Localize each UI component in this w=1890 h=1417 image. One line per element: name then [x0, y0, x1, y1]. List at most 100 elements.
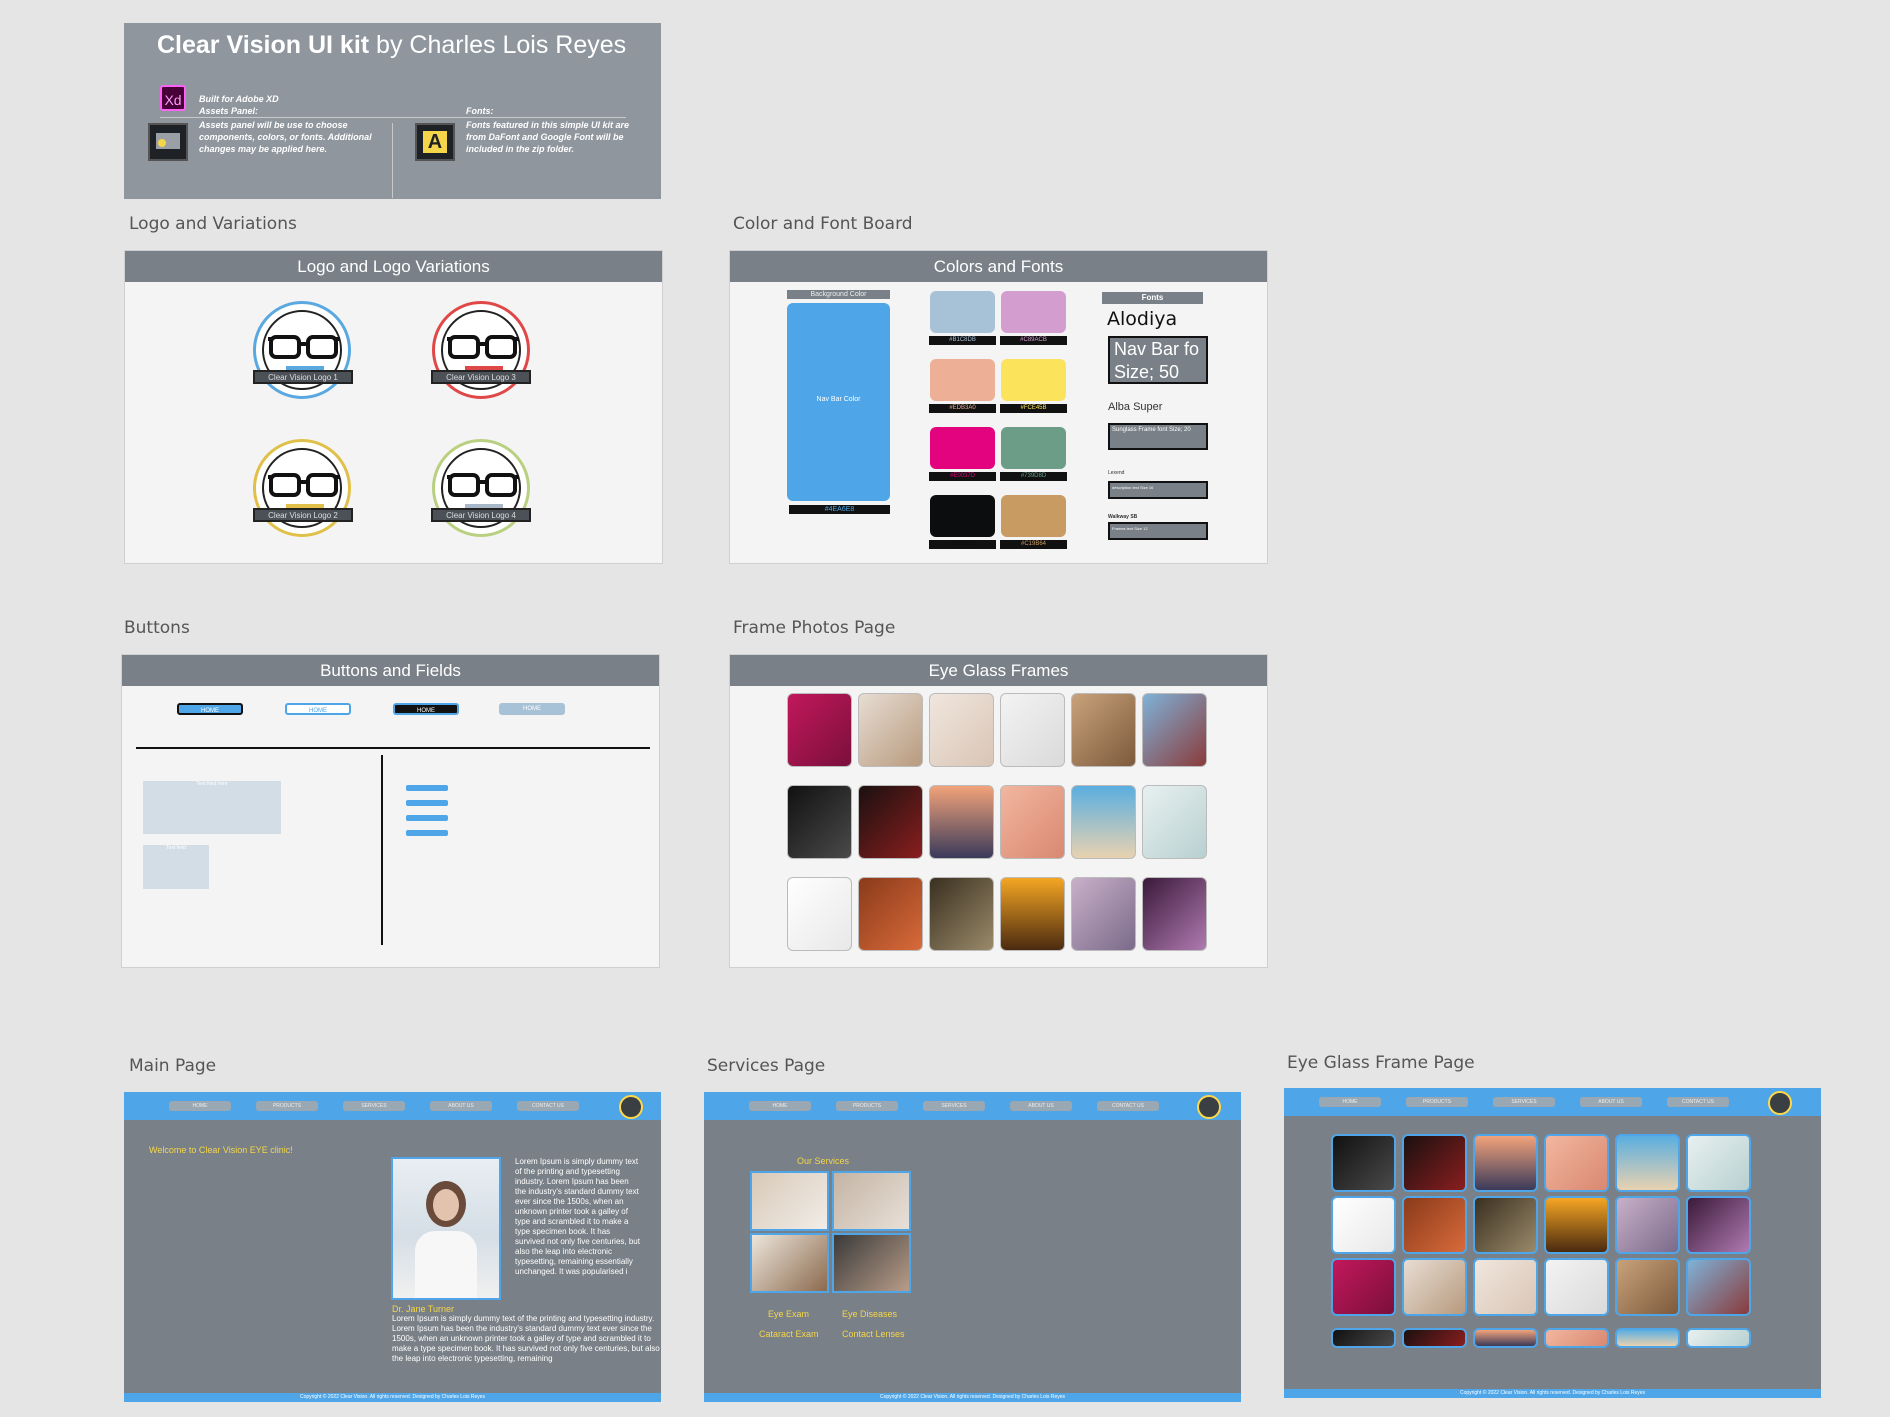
frame-photo[interactable]	[929, 693, 994, 767]
eyeglass-product-photo[interactable]	[1402, 1328, 1467, 1348]
nav-home[interactable]: HOME	[749, 1101, 811, 1111]
eyeglass-product-photo[interactable]	[1615, 1134, 1680, 1192]
dark-button[interactable]: HOME	[393, 703, 459, 715]
frame-photo[interactable]	[1071, 785, 1136, 859]
main-page-board[interactable]: HOME PRODUCTS SERVICES ABOUT US CONTACT …	[124, 1092, 661, 1402]
frame-photo[interactable]	[1000, 693, 1065, 767]
field-chip-2[interactable]	[406, 800, 448, 806]
logo-variation-3[interactable]	[253, 439, 351, 537]
services-page-board[interactable]: HOME PRODUCTS SERVICES ABOUT US CONTACT …	[704, 1092, 1241, 1402]
clear-vision-logo[interactable]	[619, 1095, 643, 1119]
nav-about[interactable]: ABOUT US	[430, 1101, 492, 1111]
eyeglass-product-photo[interactable]	[1544, 1328, 1609, 1348]
frame-photo[interactable]	[1000, 785, 1065, 859]
outline-button[interactable]: HOME	[285, 703, 351, 715]
frame-photo[interactable]	[1071, 693, 1136, 767]
eyeglass-product-photo[interactable]	[1402, 1134, 1467, 1192]
field-chip-1[interactable]	[406, 785, 448, 791]
nav-home[interactable]: HOME	[169, 1101, 231, 1111]
doctor-photo	[391, 1157, 501, 1300]
color-swatch[interactable]	[1001, 359, 1066, 401]
nav-contact[interactable]: CONTACT US	[1097, 1101, 1159, 1111]
nav-products[interactable]: PRODUCTS	[1406, 1097, 1468, 1107]
eyeglass-product-photo[interactable]	[1331, 1134, 1396, 1192]
eyeglass-product-photo[interactable]	[1544, 1134, 1609, 1192]
frame-photo[interactable]	[1142, 877, 1207, 951]
clear-vision-logo[interactable]	[1768, 1091, 1792, 1115]
frame-photo[interactable]	[858, 877, 923, 951]
frame-photo[interactable]	[858, 693, 923, 767]
frame-photo[interactable]	[787, 785, 852, 859]
eyeglass-product-photo[interactable]	[1686, 1134, 1751, 1192]
eye-diseases-photo[interactable]	[832, 1171, 911, 1231]
logo-variation-4[interactable]	[432, 439, 530, 537]
logo-variation-1[interactable]	[253, 301, 351, 399]
service-cataract-exam[interactable]: Cataract Exam	[759, 1329, 819, 1339]
nav-about[interactable]: ABOUT US	[1580, 1097, 1642, 1107]
cataract-exam-photo[interactable]	[750, 1233, 829, 1293]
eyeglass-product-photo[interactable]	[1331, 1258, 1396, 1316]
color-swatch[interactable]	[1001, 427, 1066, 469]
nav-services[interactable]: SERVICES	[923, 1101, 985, 1111]
frame-photo[interactable]	[787, 877, 852, 951]
frames-board[interactable]: Eye Glass Frames	[729, 654, 1268, 968]
eyeglass-product-photo[interactable]	[1402, 1258, 1467, 1316]
nav-about[interactable]: ABOUT US	[1010, 1101, 1072, 1111]
eyeglass-product-photo[interactable]	[1615, 1328, 1680, 1348]
color-swatch[interactable]	[930, 359, 995, 401]
field-chip-4[interactable]	[406, 830, 448, 836]
frame-photo[interactable]	[787, 693, 852, 767]
eyeglass-product-photo[interactable]	[1686, 1196, 1751, 1254]
nav-services[interactable]: SERVICES	[1493, 1097, 1555, 1107]
text-field-small[interactable]: Text field	[143, 845, 209, 889]
eye-exam-photo[interactable]	[750, 1171, 829, 1231]
frame-photo[interactable]	[1142, 693, 1207, 767]
primary-button[interactable]: HOME	[177, 703, 243, 715]
color-swatch[interactable]	[930, 427, 995, 469]
color-font-board[interactable]: Colors and Fonts Background Color Nav Ba…	[729, 250, 1268, 564]
nav-products[interactable]: PRODUCTS	[256, 1101, 318, 1111]
eyeglass-product-photo[interactable]	[1686, 1258, 1751, 1316]
frame-photo[interactable]	[1071, 877, 1136, 951]
logo-variation-2[interactable]	[432, 301, 530, 399]
eyeglass-product-photo[interactable]	[1615, 1196, 1680, 1254]
color-swatch[interactable]	[930, 291, 995, 333]
service-eye-diseases[interactable]: Eye Diseases	[842, 1309, 897, 1319]
nav-products[interactable]: PRODUCTS	[836, 1101, 898, 1111]
eyeglass-product-photo[interactable]	[1544, 1258, 1609, 1316]
frame-photo[interactable]	[929, 785, 994, 859]
eyeglass-product-photo[interactable]	[1473, 1196, 1538, 1254]
nav-contact[interactable]: CONTACT US	[1667, 1097, 1729, 1107]
service-contact-lenses[interactable]: Contact Lenses	[842, 1329, 905, 1339]
nav-home[interactable]: HOME	[1319, 1097, 1381, 1107]
eyeglass-product-photo[interactable]	[1473, 1328, 1538, 1348]
frame-photo[interactable]	[1142, 785, 1207, 859]
eyeglass-page-board[interactable]: HOME PRODUCTS SERVICES ABOUT US CONTACT …	[1284, 1088, 1821, 1398]
color-swatch[interactable]	[1001, 291, 1066, 333]
nav-bar-color-swatch: Nav Bar Color	[787, 303, 890, 501]
frame-photo[interactable]	[929, 877, 994, 951]
color-swatch[interactable]	[1001, 495, 1066, 537]
disabled-button[interactable]: HOME	[499, 703, 565, 715]
logo-board[interactable]: Logo and Logo Variations Clear Vision Lo…	[124, 250, 663, 564]
eyeglass-product-photo[interactable]	[1615, 1258, 1680, 1316]
text-field-large[interactable]: Text field here	[143, 781, 281, 834]
eyeglass-product-photo[interactable]	[1544, 1196, 1609, 1254]
clear-vision-logo[interactable]	[1197, 1095, 1221, 1119]
eyeglass-product-photo[interactable]	[1473, 1258, 1538, 1316]
contact-lenses-photo[interactable]	[832, 1233, 911, 1293]
logo-caption: Clear Vision Logo 1	[253, 370, 353, 384]
color-swatch[interactable]	[930, 495, 995, 537]
frame-photo[interactable]	[1000, 877, 1065, 951]
field-chip-3[interactable]	[406, 815, 448, 821]
eyeglass-product-photo[interactable]	[1473, 1134, 1538, 1192]
eyeglass-product-photo[interactable]	[1686, 1328, 1751, 1348]
service-eye-exam[interactable]: Eye Exam	[768, 1309, 809, 1319]
nav-services[interactable]: SERVICES	[343, 1101, 405, 1111]
eyeglass-product-photo[interactable]	[1331, 1328, 1396, 1348]
eyeglass-product-photo[interactable]	[1402, 1196, 1467, 1254]
buttons-board[interactable]: Buttons and Fields HOME HOME HOME HOME T…	[121, 654, 660, 968]
frame-photo[interactable]	[858, 785, 923, 859]
nav-contact[interactable]: CONTACT US	[517, 1101, 579, 1111]
eyeglass-product-photo[interactable]	[1331, 1196, 1396, 1254]
